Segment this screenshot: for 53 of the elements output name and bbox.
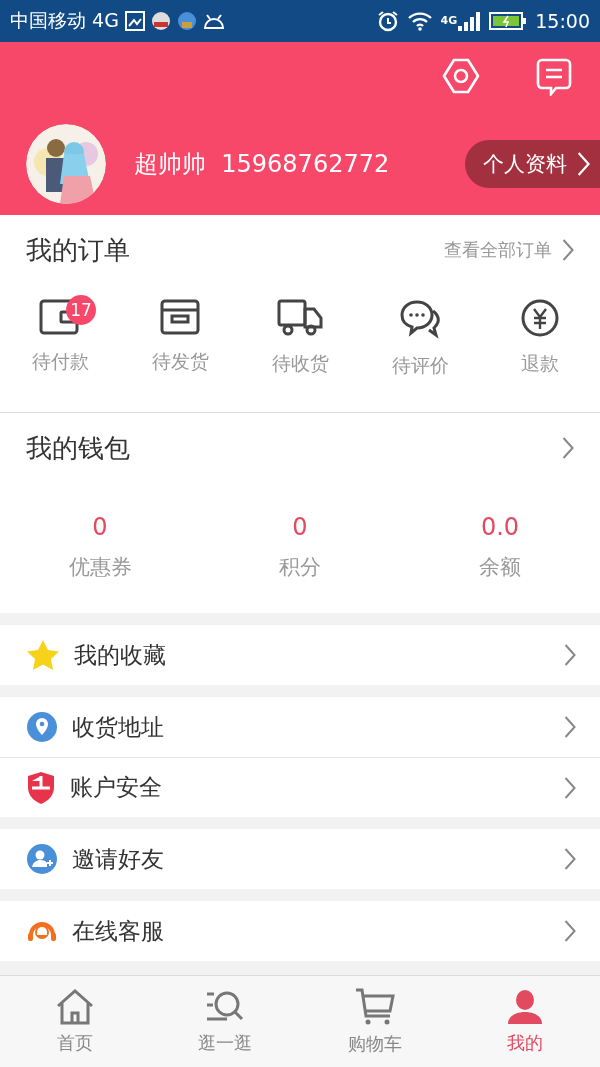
truck-icon [277, 299, 323, 337]
user-icon [506, 988, 544, 1025]
tab[interactable]: 我的 [450, 976, 600, 1067]
chevron-icon [561, 437, 574, 459]
profile-details-button[interactable]: 个人资料 [464, 140, 600, 188]
order-status-item[interactable]: 待收货 [240, 299, 360, 385]
cart-icon [355, 987, 395, 1026]
app-notification-icon [176, 11, 197, 31]
order-status-item[interactable]: 待发货 [120, 299, 240, 385]
stat-label: 优惠券 [68, 554, 132, 581]
section-title: 我的钱包 [26, 431, 130, 465]
user-name-phone: 超帅帅 15968762772 [134, 149, 390, 180]
tab[interactable]: 首页 [0, 976, 150, 1067]
location-pin-icon [26, 711, 58, 743]
tab[interactable]: 购物车 [300, 976, 450, 1067]
box-icon [160, 299, 200, 335]
avatar[interactable] [26, 124, 106, 204]
add-user-icon [26, 843, 58, 875]
stat-label: 余额 [479, 554, 521, 581]
chat-bubbles-icon [399, 299, 441, 339]
battery-icon [489, 11, 528, 31]
stat-value: 0.0 [480, 513, 520, 541]
network-type-text: 4G [440, 14, 458, 27]
stat-label: 积分 [279, 554, 321, 581]
chevron-icon [561, 239, 574, 261]
alarm-icon [376, 10, 399, 32]
yen-coin-icon [521, 299, 559, 337]
star-icon [26, 639, 60, 671]
chevron-icon [576, 152, 590, 176]
home-icon [55, 988, 95, 1025]
count-badge: 17 [66, 295, 96, 325]
view-all-orders-link[interactable]: 查看全部订单 [443, 238, 574, 262]
chevron-icon [563, 716, 576, 738]
app-notification-icon [150, 11, 171, 31]
signal-icon [457, 10, 482, 32]
settings-icon[interactable] [442, 58, 480, 94]
order-status-item[interactable]: 退款 [480, 299, 600, 385]
chevron-icon [563, 644, 576, 666]
message-icon[interactable] [536, 58, 572, 96]
order-status-item[interactable]: 待评价 [360, 299, 480, 385]
clock-time: 15:00 [535, 10, 590, 32]
shield-icon [26, 770, 56, 805]
carrier-text: 中国移动 4G [10, 8, 119, 33]
chevron-icon [563, 776, 576, 799]
stat-value: 0 [292, 513, 308, 541]
chevron-icon [563, 920, 576, 942]
wifi-icon [406, 11, 433, 31]
chevron-icon [563, 848, 576, 870]
android-icon [202, 13, 225, 29]
image-notification-icon [124, 11, 145, 31]
section-title: 我的订单 [26, 233, 130, 267]
tab[interactable]: 逛一逛 [150, 976, 300, 1067]
stat-value: 0 [92, 513, 108, 541]
